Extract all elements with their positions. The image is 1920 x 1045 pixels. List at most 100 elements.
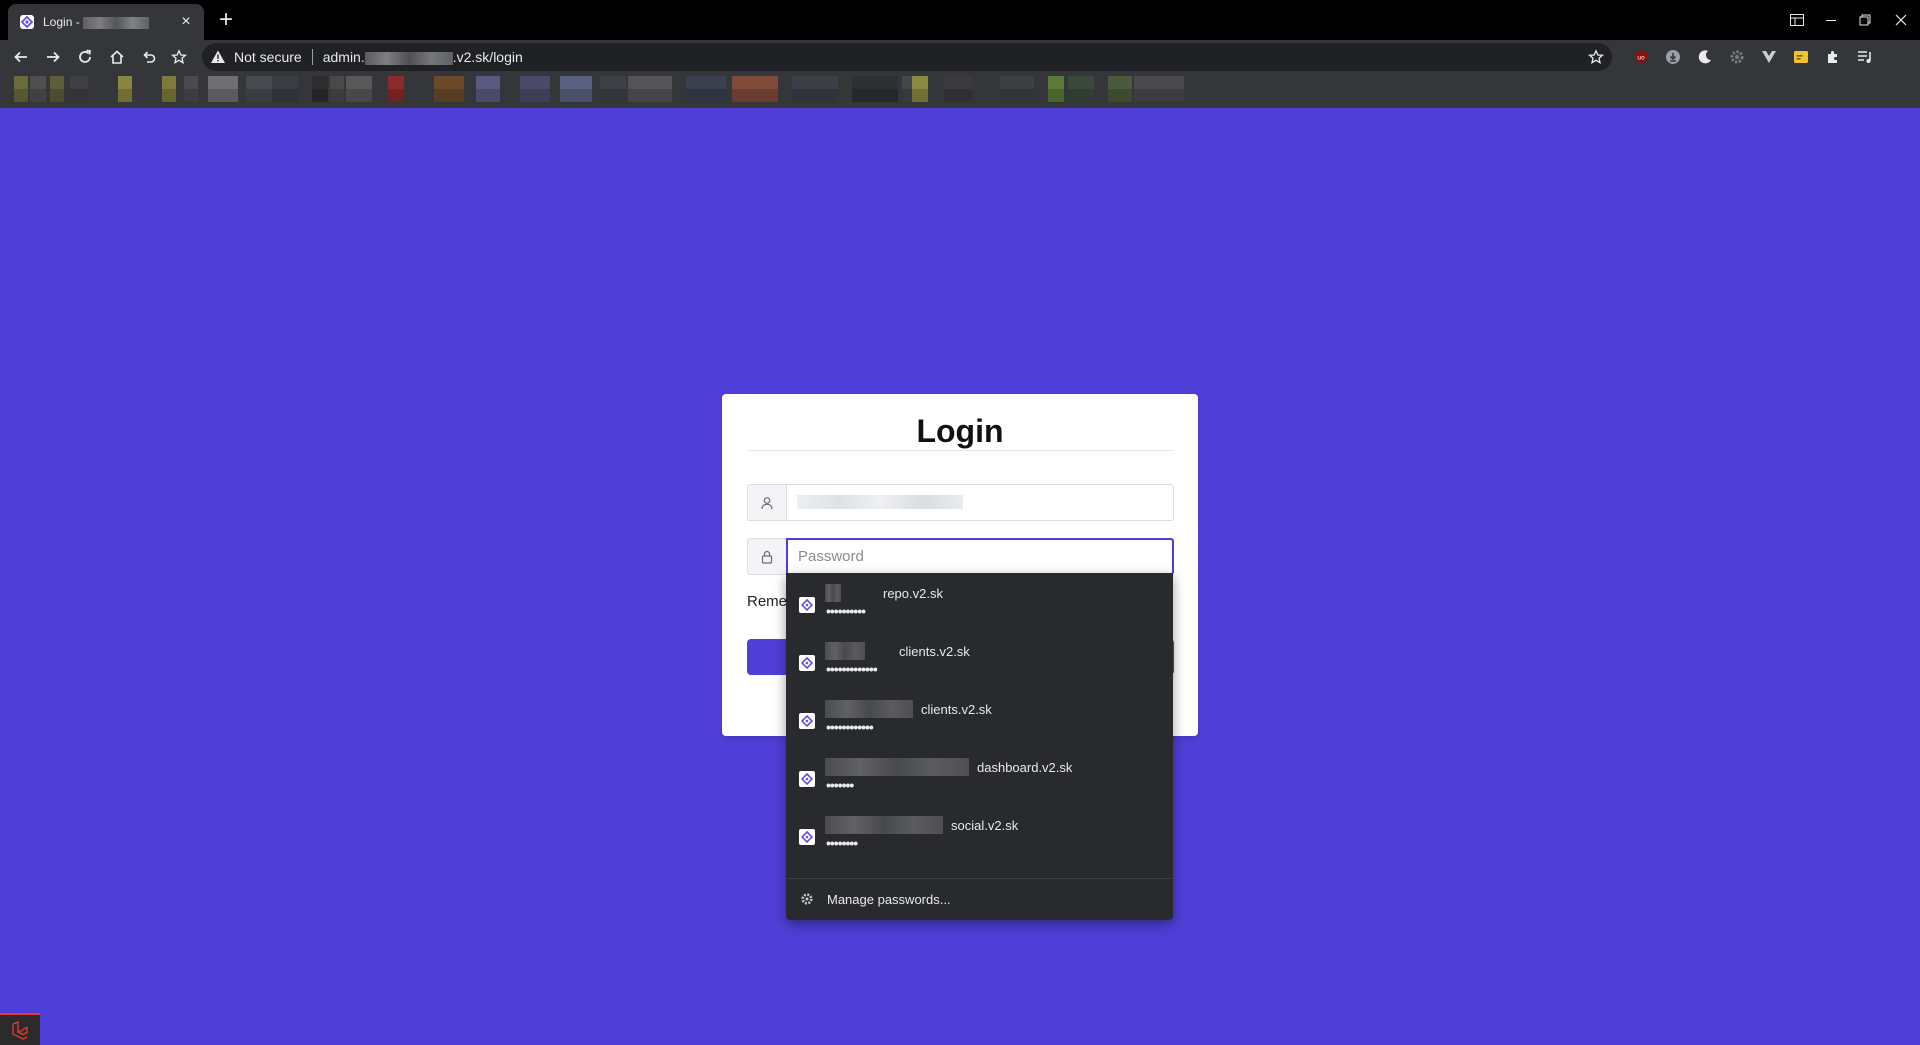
gear-extension-icon[interactable] — [1729, 49, 1745, 65]
bookmark-favicon-redacted[interactable] — [388, 76, 404, 102]
bookmark-favicon-redacted[interactable] — [560, 76, 592, 102]
bookmark-favicon-redacted[interactable] — [628, 76, 672, 102]
credential-item[interactable]: clients.v2.sk ••••••••••••• — [786, 631, 1173, 689]
warning-triangle-icon[interactable] — [210, 49, 226, 65]
browser-tab-login[interactable]: Login - × — [8, 4, 204, 40]
bookmark-favicon-redacted[interactable] — [434, 76, 464, 102]
bookmark-favicon-redacted[interactable] — [476, 76, 500, 102]
back-arrow-icon[interactable] — [9, 45, 33, 69]
username-redacted — [825, 642, 865, 660]
bookmark-favicon-redacted[interactable] — [520, 76, 550, 102]
bookmark-favicon-redacted[interactable] — [272, 76, 298, 102]
media-control-icon[interactable] — [1857, 49, 1873, 65]
manage-passwords-item[interactable]: Manage passwords... — [786, 879, 1173, 919]
email-input[interactable] — [786, 484, 1174, 521]
credential-password-mask: •••••••••• — [826, 603, 866, 619]
password-autofill-dropdown: repo.v2.sk •••••••••• clients.v2.sk ••••… — [786, 573, 1173, 920]
password-field-group — [747, 538, 1174, 575]
site-favicon-icon — [19, 14, 35, 30]
close-tab-icon[interactable]: × — [178, 14, 194, 30]
bookmark-favicon-redacted[interactable] — [1048, 76, 1064, 102]
site-favicon-icon — [799, 829, 815, 845]
extensions-puzzle-icon[interactable] — [1825, 49, 1841, 65]
not-secure-label[interactable]: Not secure — [234, 49, 302, 65]
credential-item[interactable]: dashboard.v2.sk ••••••• — [786, 747, 1173, 805]
new-tab-button[interactable]: + — [216, 8, 236, 32]
download-extension-icon[interactable] — [1665, 49, 1681, 65]
bookmark-favicon-redacted[interactable] — [600, 76, 626, 102]
title-divider — [747, 450, 1174, 451]
credential-password-mask: •••••••••••• — [826, 719, 874, 735]
bookmark-favicon-redacted[interactable] — [792, 76, 838, 102]
credential-site: clients.v2.sk — [899, 643, 970, 659]
svg-text:uo: uo — [1637, 55, 1645, 62]
bookmark-page-star-icon[interactable] — [1588, 49, 1604, 65]
bookmark-favicon-redacted[interactable] — [1068, 76, 1094, 102]
bookmark-favicon-redacted[interactable] — [944, 76, 972, 102]
credential-site: social.v2.sk — [951, 817, 1019, 833]
credential-site: repo.v2.sk — [883, 585, 943, 601]
credential-password-mask: •••••••• — [826, 835, 858, 851]
site-favicon-icon — [799, 771, 815, 787]
bookmark-favicon-redacted[interactable] — [14, 76, 28, 102]
bookmark-favicon-redacted[interactable] — [686, 76, 726, 102]
site-favicon-icon — [799, 597, 815, 613]
site-favicon-icon — [799, 713, 815, 729]
bookmark-favicon-redacted[interactable] — [1134, 76, 1184, 102]
remember-me-label[interactable]: Reme — [747, 593, 787, 610]
page-title: Login — [916, 413, 1004, 449]
tab-search-icon[interactable] — [1784, 8, 1810, 32]
bookmark-favicon-redacted[interactable] — [246, 76, 272, 102]
user-icon — [747, 484, 786, 521]
laravel-debugbar-icon[interactable] — [0, 1013, 40, 1045]
undo-icon[interactable] — [137, 45, 161, 69]
bookmark-favicon-redacted[interactable] — [30, 76, 46, 102]
bookmark-favicon-redacted[interactable] — [732, 76, 778, 102]
credential-site: dashboard.v2.sk — [977, 759, 1073, 775]
password-input[interactable] — [786, 538, 1174, 575]
bookmark-favicon-redacted[interactable] — [330, 76, 344, 102]
bookmark-favicon-redacted[interactable] — [312, 76, 328, 102]
credential-site: clients.v2.sk — [921, 701, 992, 717]
bookmark-favicon-redacted[interactable] — [1108, 76, 1132, 102]
reload-icon[interactable] — [73, 45, 97, 69]
credential-item[interactable]: clients.v2.sk •••••••••••• — [786, 689, 1173, 747]
ublock-extension-icon[interactable]: uo — [1633, 49, 1649, 65]
bookmark-favicon-redacted[interactable] — [1000, 76, 1034, 102]
bookmark-favicon-redacted[interactable] — [852, 76, 898, 102]
tab-title: Login - — [43, 15, 178, 29]
tab-strip: Login - × + — [0, 0, 1920, 40]
minimize-icon[interactable] — [1818, 8, 1844, 32]
username-redacted — [825, 758, 969, 776]
browser-toolbar: Not secure admin. .v2.sk/login uo — [0, 40, 1920, 74]
credential-item[interactable]: repo.v2.sk •••••••••• — [786, 573, 1173, 631]
sticky-note-extension-icon[interactable] — [1793, 49, 1809, 65]
home-icon[interactable] — [105, 45, 129, 69]
credential-password-mask: ••••••• — [826, 777, 854, 793]
bookmark-favicon-redacted[interactable] — [118, 76, 132, 102]
bookmark-favicon-redacted[interactable] — [912, 76, 928, 102]
url-text[interactable]: admin. .v2.sk/login — [323, 49, 523, 65]
forward-arrow-icon[interactable] — [41, 45, 65, 69]
credential-password-mask: ••••••••••••• — [826, 661, 878, 677]
bookmark-star-icon[interactable] — [167, 45, 191, 69]
credential-item[interactable]: social.v2.sk •••••••• — [786, 805, 1173, 863]
close-window-icon[interactable] — [1888, 8, 1914, 32]
bookmark-favicon-redacted[interactable] — [162, 76, 176, 102]
restore-icon[interactable] — [1852, 8, 1878, 32]
bookmark-favicon-redacted[interactable] — [50, 76, 64, 102]
bookmark-favicon-redacted[interactable] — [184, 76, 198, 102]
bookmark-favicon-redacted[interactable] — [70, 76, 88, 102]
site-favicon-icon — [799, 655, 815, 671]
dark-mode-moon-icon[interactable] — [1697, 49, 1713, 65]
bookmarks-bar — [0, 74, 1920, 108]
username-redacted — [825, 584, 841, 602]
email-field-group — [747, 484, 1174, 521]
lock-icon — [747, 538, 786, 575]
gear-icon — [799, 891, 815, 907]
bookmark-favicon-redacted[interactable] — [208, 76, 238, 102]
address-bar[interactable]: Not secure admin. .v2.sk/login — [202, 43, 1612, 71]
bookmark-favicon-redacted[interactable] — [346, 76, 372, 102]
vue-devtools-icon[interactable] — [1761, 49, 1777, 65]
username-redacted — [825, 816, 943, 834]
